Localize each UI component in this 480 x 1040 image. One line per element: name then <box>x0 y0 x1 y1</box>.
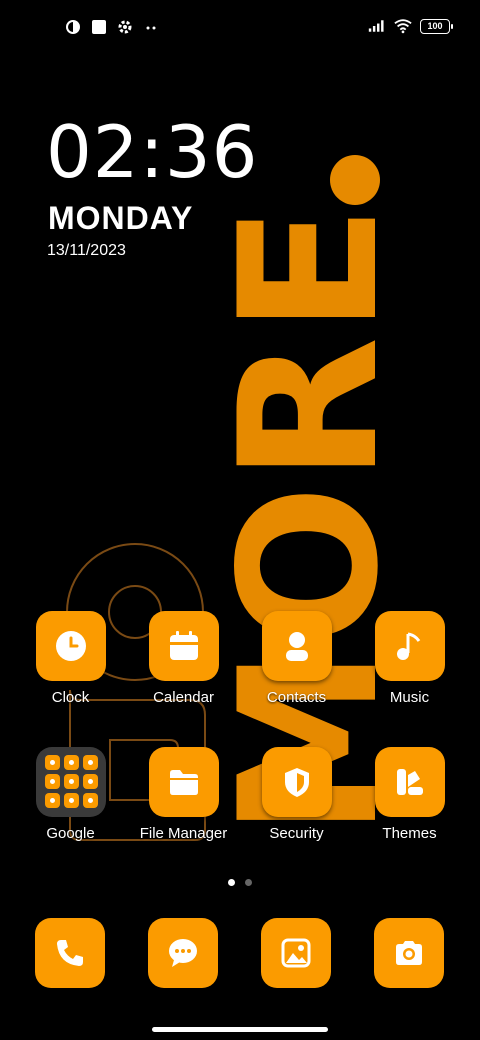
app-label: Contacts <box>266 689 327 706</box>
square-icon <box>90 18 108 36</box>
gmail-mini-icon <box>63 755 79 770</box>
app-label: Clock <box>51 689 90 706</box>
meet-mini-icon <box>82 774 98 789</box>
settings-gear-icon <box>116 18 134 36</box>
youtube-mini-icon <box>44 774 60 789</box>
phone-icon[interactable] <box>35 918 105 988</box>
status-bar: 100 <box>0 0 480 56</box>
status-left-icons <box>64 18 160 36</box>
drive-mini-icon <box>63 774 79 789</box>
wifi-icon <box>394 17 412 35</box>
wallpaper-dot <box>330 155 380 205</box>
app-clock[interactable]: Clock <box>14 611 127 706</box>
app-file-manager[interactable]: File Manager <box>127 747 240 842</box>
record-icon <box>64 18 82 36</box>
app-label: File Manager <box>139 825 228 842</box>
photos-mini-icon <box>44 793 60 808</box>
folder-icon[interactable] <box>148 747 219 817</box>
play-mini-icon <box>82 793 98 808</box>
page-indicator[interactable] <box>228 879 252 886</box>
app-label: Themes <box>382 825 437 842</box>
app-label: Calendar <box>153 689 214 706</box>
google-app-mini-icon <box>44 755 60 770</box>
battery-icon: 100 <box>420 18 453 34</box>
app-folder-google[interactable]: Google <box>14 747 127 842</box>
app-label: Google <box>46 825 95 842</box>
folder-icon[interactable] <box>35 747 106 817</box>
clock-date: 13/11/2023 <box>47 242 126 259</box>
calendar-icon[interactable] <box>148 611 219 681</box>
app-security[interactable]: Security <box>240 747 353 842</box>
app-music[interactable]: Music <box>353 611 466 706</box>
clock-day: MONDAY <box>48 200 194 236</box>
music-note-icon[interactable] <box>374 611 445 681</box>
camera-icon[interactable] <box>374 918 444 988</box>
palette-icon[interactable] <box>374 747 445 817</box>
app-label: Security <box>269 825 324 842</box>
signal-icon <box>368 17 386 35</box>
home-gesture-bar[interactable] <box>152 1027 328 1032</box>
clock-time[interactable]: 02:36 <box>46 116 259 188</box>
clock-icon[interactable] <box>35 611 106 681</box>
shield-icon[interactable] <box>261 747 332 817</box>
app-label: Music <box>389 689 430 706</box>
app-themes[interactable]: Themes <box>353 747 466 842</box>
message-icon[interactable] <box>148 918 218 988</box>
wallpaper-text: MORE <box>199 202 420 838</box>
status-right-icons: 100 <box>368 17 453 35</box>
chrome-mini-icon <box>63 793 79 808</box>
person-icon[interactable] <box>261 611 332 681</box>
app-contacts[interactable]: Contacts <box>240 611 353 706</box>
app-calendar[interactable]: Calendar <box>127 611 240 706</box>
maps-mini-icon <box>82 755 98 770</box>
more-dots-icon <box>142 18 160 36</box>
gallery-icon[interactable] <box>261 918 331 988</box>
page-dot-active <box>228 879 235 886</box>
page-dot <box>245 879 252 886</box>
